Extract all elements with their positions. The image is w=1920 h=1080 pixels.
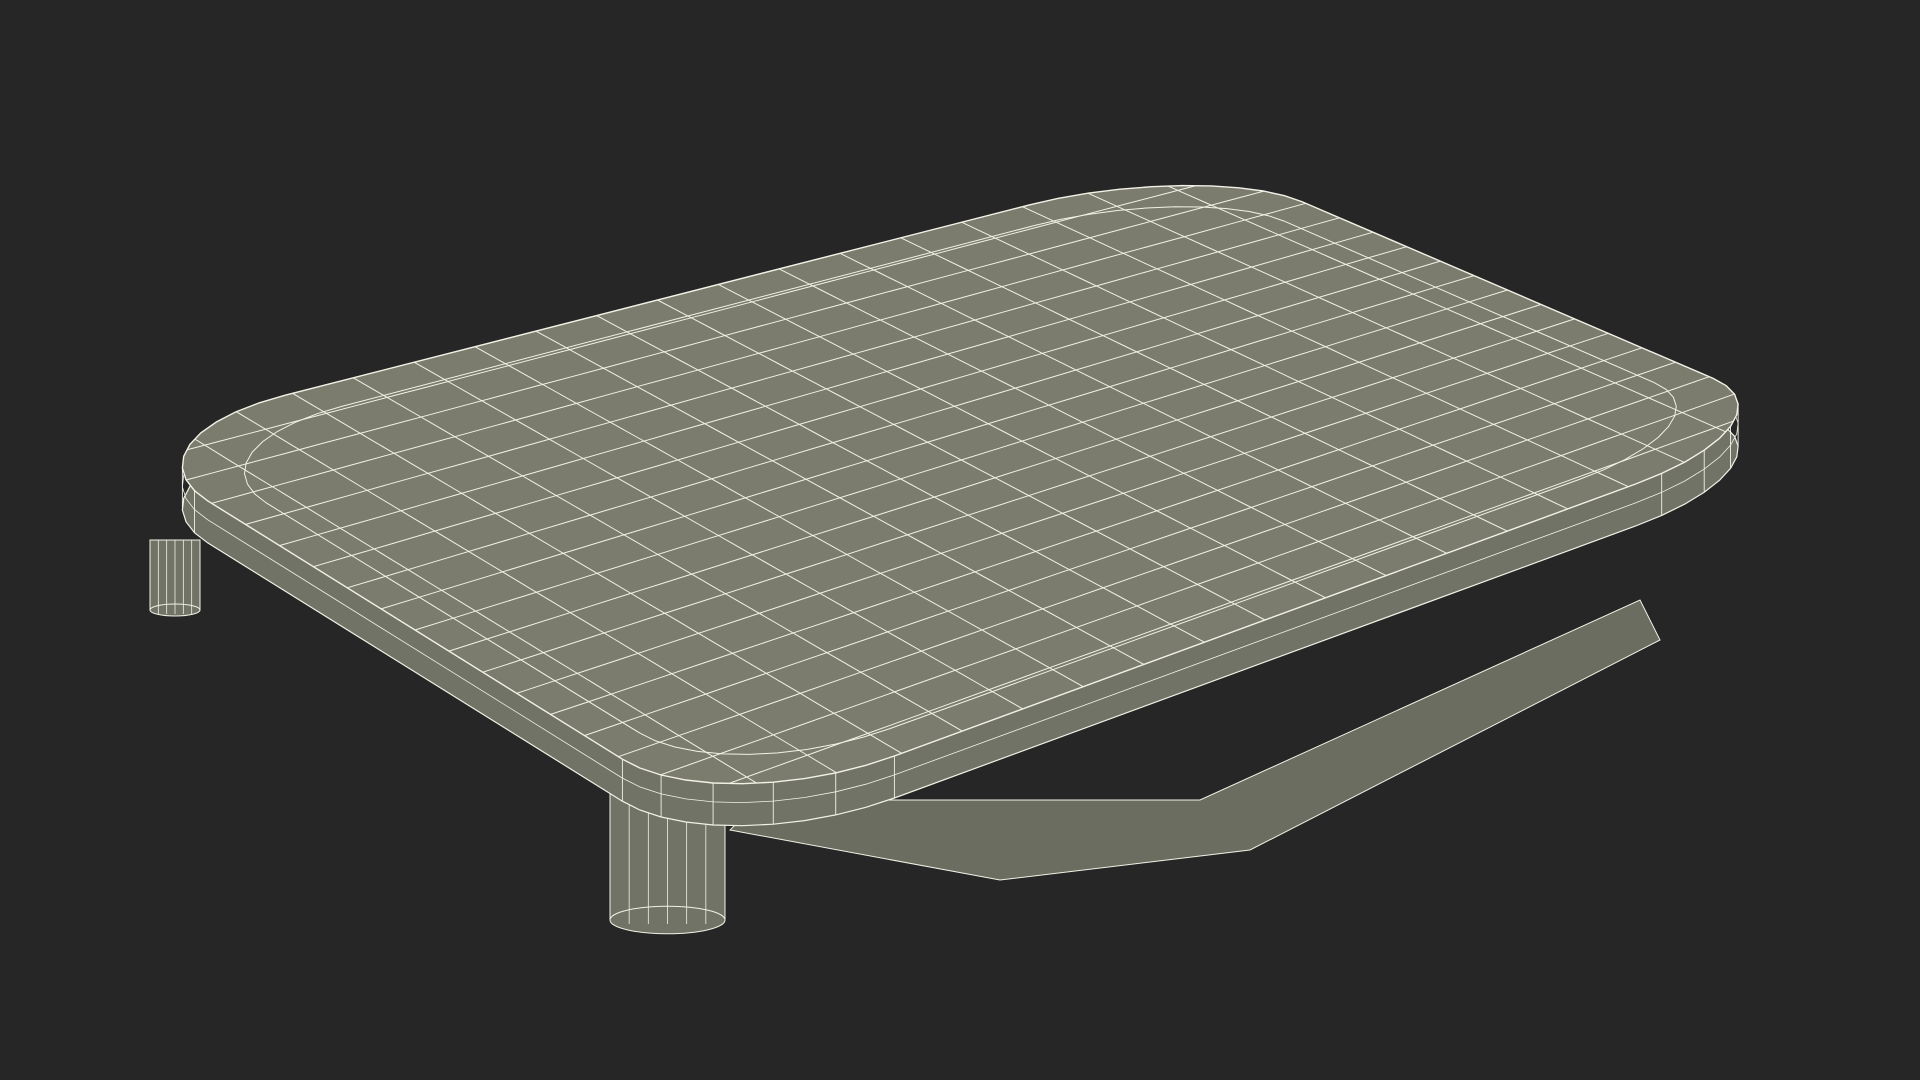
wireframe-render [149, 184, 1739, 935]
render-viewport [0, 0, 1920, 1080]
